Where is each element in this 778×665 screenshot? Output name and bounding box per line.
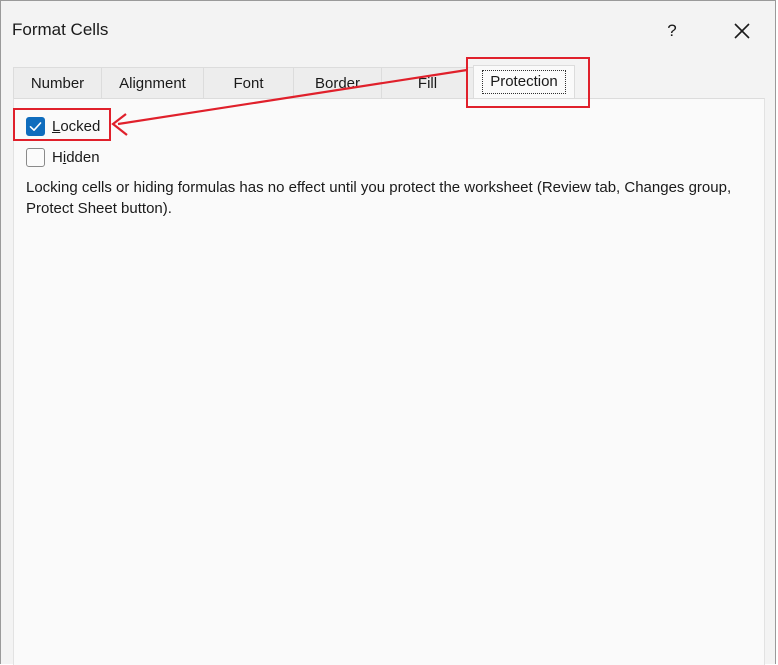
dialog-title: Format Cells (12, 20, 109, 39)
locked-label: Locked (52, 118, 100, 135)
tab-border[interactable]: Border (293, 67, 381, 98)
tab-focus-ring (482, 70, 566, 94)
hidden-checkbox[interactable] (26, 148, 45, 167)
locked-label-rest: ocked (60, 118, 101, 135)
checkmark-icon (29, 122, 42, 131)
hidden-label: Hidden (52, 149, 100, 166)
tab-fill[interactable]: Fill (381, 67, 473, 98)
hidden-label-rest: dden (66, 149, 100, 166)
format-cells-dialog: Format Cells ? Number Alignment Font Bor… (0, 0, 776, 665)
tab-alignment[interactable]: Alignment (101, 67, 203, 98)
locked-checkbox[interactable] (26, 117, 45, 136)
help-button[interactable]: ? (656, 15, 688, 47)
protection-panel: Locked Hidden Locking cells or hiding fo… (13, 98, 765, 665)
title-bar: Format Cells ? (1, 1, 775, 53)
tab-strip: Number Alignment Font Border Fill Protec… (13, 65, 765, 99)
close-button[interactable] (725, 15, 759, 47)
protection-description: Locking cells or hiding formulas has no … (26, 179, 732, 217)
close-icon (734, 23, 750, 39)
tab-number[interactable]: Number (13, 67, 101, 98)
tab-protection[interactable]: Protection (473, 65, 575, 99)
tab-font[interactable]: Font (203, 67, 293, 98)
hidden-label-pre: H (52, 149, 63, 166)
